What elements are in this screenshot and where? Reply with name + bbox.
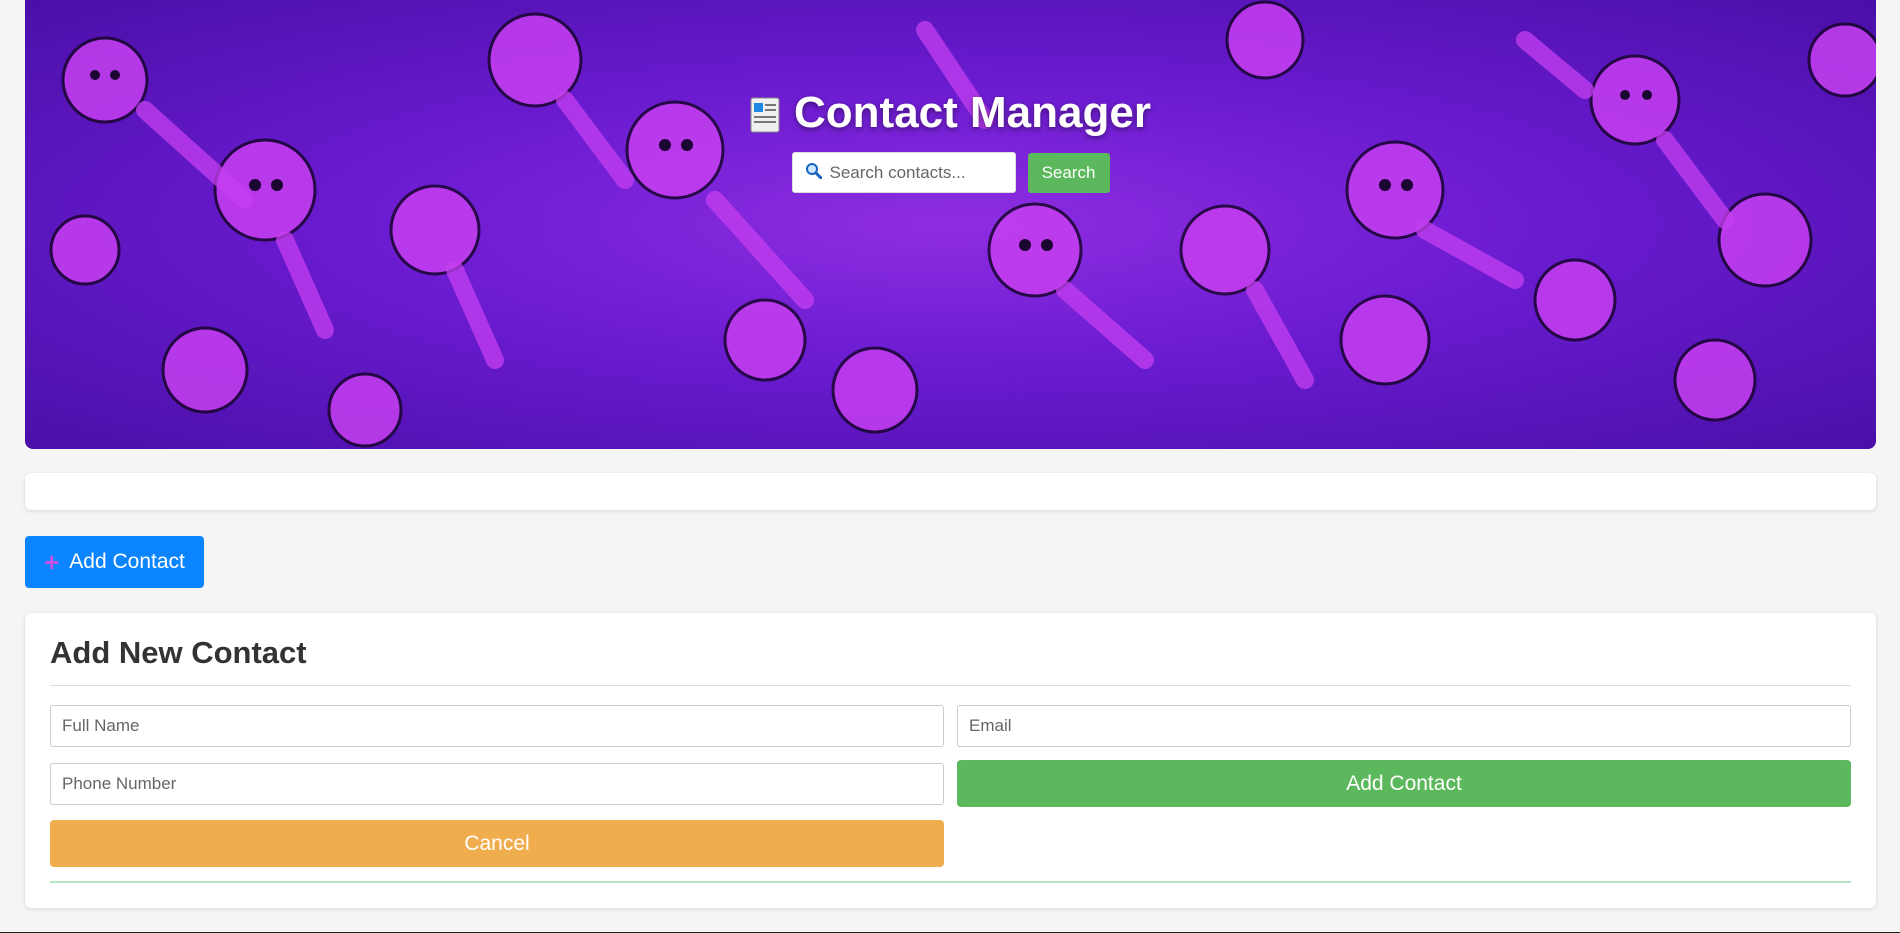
full-name-field[interactable] (50, 705, 944, 747)
clipboard-icon (750, 94, 780, 133)
phone-number-field[interactable] (50, 763, 944, 805)
add-contact-toggle-label: Add Contact (69, 550, 185, 573)
header-banner: Contact Manager Search (25, 0, 1876, 449)
contact-list (25, 473, 1876, 510)
cancel-button[interactable]: Cancel (50, 820, 944, 867)
form-footer-divider (50, 881, 1851, 883)
search-bar: Search (25, 152, 1876, 193)
search-button[interactable]: Search (1027, 153, 1110, 193)
add-contact-toggle-button[interactable]: + Add Contact (25, 536, 204, 588)
search-field[interactable] (791, 152, 1016, 193)
page-title: Contact Manager (794, 88, 1151, 137)
email-field[interactable] (957, 705, 1851, 747)
page-title-row: Contact Manager (25, 88, 1876, 138)
plus-icon: + (44, 547, 60, 577)
divider (50, 685, 1851, 686)
add-contact-form: Add New Contact Add Contact Cancel (25, 613, 1876, 908)
magnifier-icon (805, 162, 822, 184)
banner-background-art (49, 0, 1876, 448)
form-title: Add New Contact (50, 635, 307, 670)
add-contact-submit-button[interactable]: Add Contact (957, 760, 1851, 807)
search-input[interactable] (829, 162, 1000, 183)
